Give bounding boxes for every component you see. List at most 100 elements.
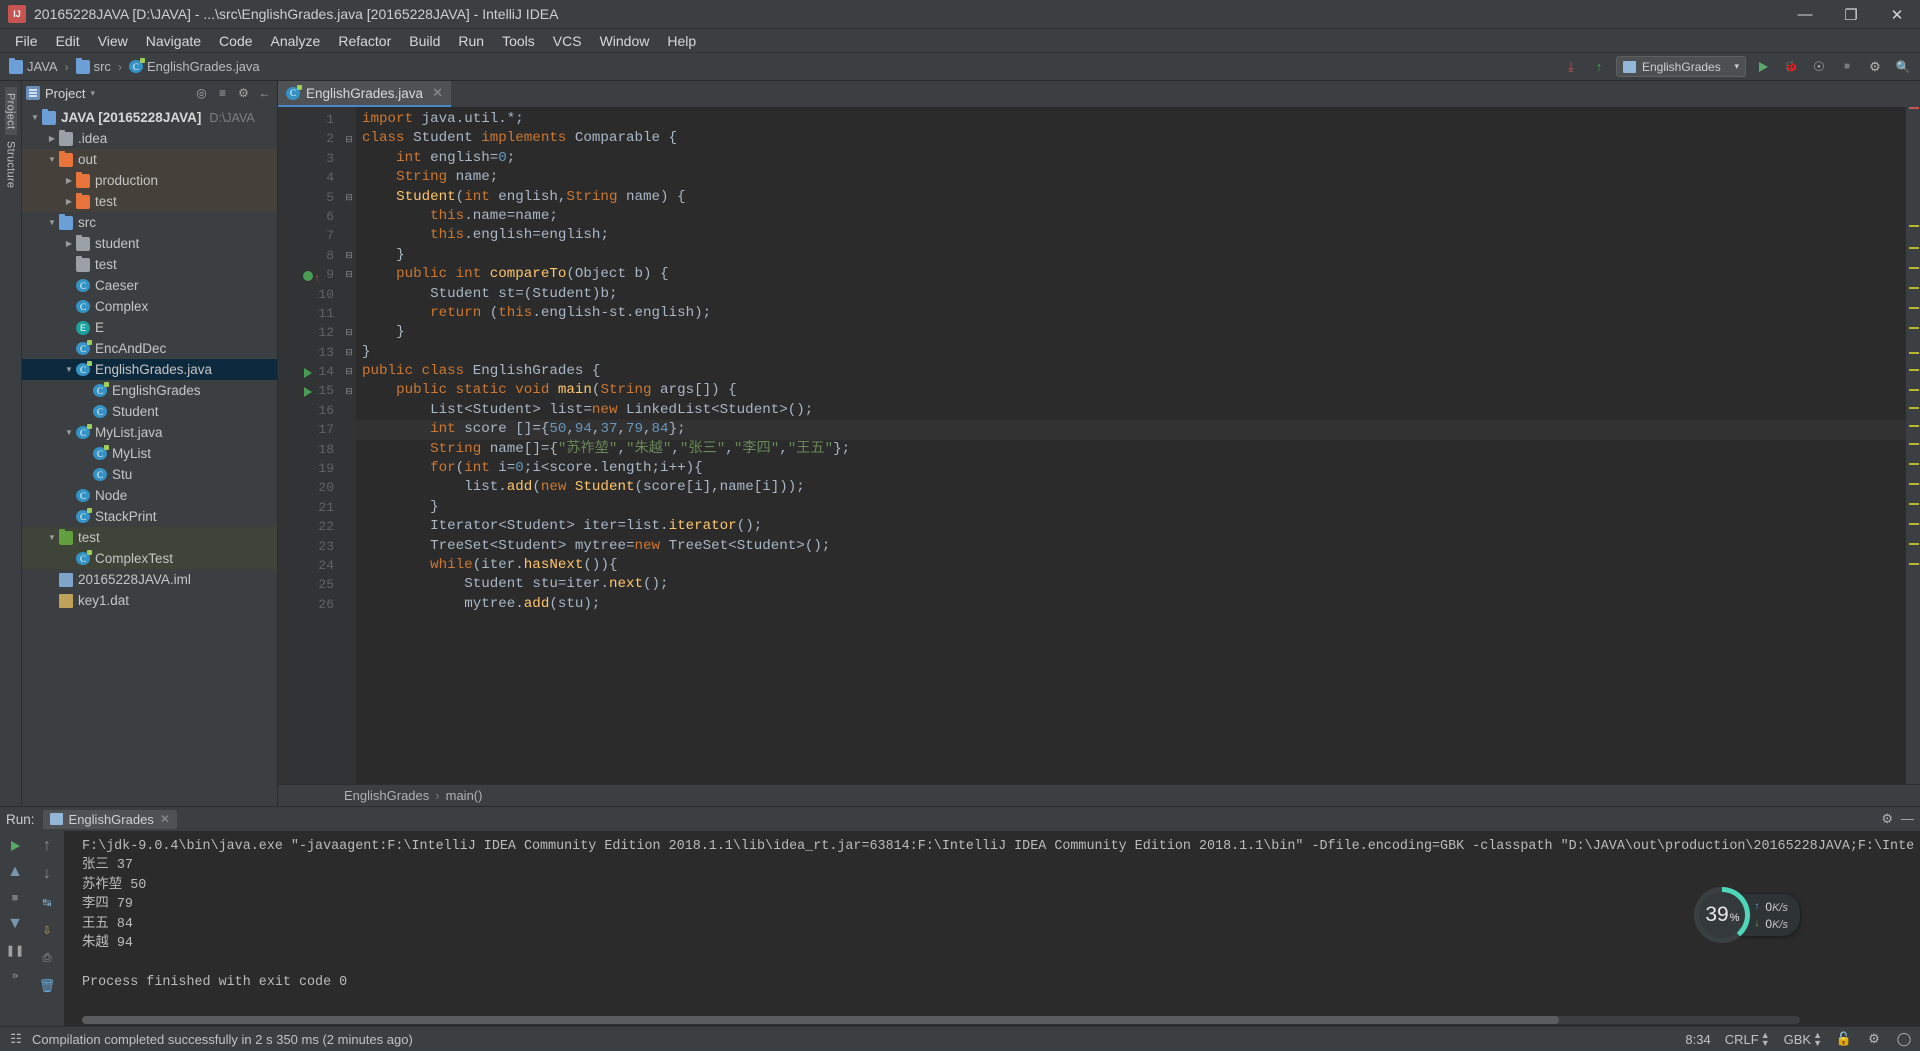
tree-node-production[interactable]: ▶ production (22, 170, 277, 191)
collapse-arrow-icon[interactable]: ▼ (45, 533, 59, 542)
fold-toggle-icon[interactable]: ⊟ (342, 343, 356, 362)
error-stripe-mark[interactable] (1909, 352, 1919, 354)
run-gutter-icon[interactable] (300, 365, 312, 379)
code-line[interactable]: this.name=name; (356, 207, 1906, 226)
lock-icon[interactable]: 🔓 (1836, 1031, 1852, 1047)
close-icon[interactable]: ✕ (160, 812, 170, 826)
expand-arrow-icon[interactable]: ▶ (62, 239, 76, 248)
breadcrumb-method[interactable]: main() (446, 788, 483, 803)
code-content[interactable]: import java.util.*; class Student impleme… (356, 107, 1906, 784)
up-arrow-icon[interactable]: ↑ (37, 836, 57, 856)
breadcrumb-class[interactable]: EnglishGrades (344, 788, 429, 803)
tree-node-stu[interactable]: C Stu (22, 464, 277, 485)
code-line[interactable]: return (this.english-st.english); (356, 304, 1906, 323)
tree-node-mylist-java[interactable]: ▼ C MyList.java (22, 422, 277, 443)
up-icon[interactable]: ▲ (5, 862, 25, 882)
tool-window-project[interactable]: Project (4, 87, 17, 136)
search-everywhere-button[interactable]: 🔍 (1892, 56, 1914, 78)
code-line[interactable]: public int compareTo(Object b) { (356, 265, 1906, 284)
code-line[interactable]: class Student implements Comparable { (356, 129, 1906, 148)
code-line[interactable]: int score []={50,94,37,79,84}; (356, 420, 1906, 440)
settings-button[interactable]: ⚙ (1864, 56, 1886, 78)
fold-toggle-icon[interactable]: ⊟ (342, 188, 356, 207)
code-line[interactable]: Iterator<Student> iter=list.iterator(); (356, 517, 1906, 536)
code-line[interactable]: TreeSet<Student> mytree=new TreeSet<Stud… (356, 537, 1906, 556)
error-stripe-mark[interactable] (1909, 327, 1919, 329)
code-line[interactable]: Student stu=iter.next(); (356, 575, 1906, 594)
code-line[interactable]: while(iter.hasNext()){ (356, 556, 1906, 575)
close-button[interactable]: ✕ (1874, 0, 1920, 29)
trash-icon[interactable]: 🗑 (37, 976, 57, 996)
locate-icon[interactable]: ◎ (193, 85, 210, 102)
tree-node-e[interactable]: EE (22, 317, 277, 338)
nav-crumb-file[interactable]: C EnglishGrades.java (126, 58, 263, 75)
error-stripe-mark[interactable] (1909, 369, 1919, 371)
code-line[interactable]: String name[]={"苏祚堃","朱越","张三","李四","王五"… (356, 440, 1906, 459)
error-stripe-mark[interactable] (1909, 407, 1919, 409)
console-horizontal-scrollbar[interactable] (82, 1016, 1800, 1024)
menu-window[interactable]: Window (591, 30, 659, 52)
run-button[interactable] (1752, 56, 1774, 78)
tree-node-java-20165228java-[interactable]: ▼ JAVA [20165228JAVA] D:\JAVA (22, 107, 277, 128)
tree-node-test[interactable]: test (22, 254, 277, 275)
editor-gutter[interactable]: 1 2 3 4 5 6 7 8 9 ↑ 10 11 12 13 14 15 16 17 18 19 20 21 22 23 24… (278, 107, 342, 784)
menu-view[interactable]: View (89, 30, 137, 52)
fold-toggle-icon[interactable]: ⊟ (342, 381, 356, 400)
debug-button[interactable]: 🐞 (1780, 56, 1802, 78)
menu-refactor[interactable]: Refactor (329, 30, 400, 52)
caret-position[interactable]: 8:34 (1685, 1032, 1710, 1047)
scroll-to-end-icon[interactable]: ⇩ (37, 920, 57, 940)
error-stripe-mark[interactable] (1909, 443, 1919, 445)
nav-crumb-src[interactable]: src (73, 57, 114, 75)
error-stripe-mark[interactable] (1909, 523, 1919, 525)
coverage-button[interactable]: ☉ (1808, 56, 1830, 78)
override-method-icon[interactable]: ↑ (296, 268, 320, 285)
close-icon[interactable]: ✕ (432, 85, 443, 101)
error-stripe-mark[interactable] (1909, 107, 1919, 109)
menu-vcs[interactable]: VCS (544, 30, 591, 52)
code-line[interactable]: } (356, 323, 1906, 342)
collapse-all-icon[interactable]: ≡ (214, 85, 231, 102)
expand-arrow-icon[interactable]: ▶ (45, 134, 59, 143)
tree-node-node[interactable]: C Node (22, 485, 277, 506)
toggle-toolbars-icon[interactable]: ☷ (8, 1031, 24, 1047)
tree-node-complex[interactable]: C Complex (22, 296, 277, 317)
tree-node-test[interactable]: ▼ test (22, 527, 277, 548)
code-line[interactable]: this.english=english; (356, 226, 1906, 245)
tree-node-20165228java-iml[interactable]: 20165228JAVA.iml (22, 569, 277, 590)
code-line[interactable]: List<Student> list=new LinkedList<Studen… (356, 401, 1906, 420)
vcs-commit-icon[interactable]: ↑ (1588, 56, 1610, 78)
menu-file[interactable]: File (6, 30, 47, 52)
line-separator-widget[interactable]: CRLF ▲ ▼ (1725, 1031, 1770, 1048)
menu-navigate[interactable]: Navigate (137, 30, 210, 52)
gear-icon[interactable]: ⚙ (1881, 811, 1893, 827)
git-branch-icon[interactable]: ⚙ (1866, 1031, 1882, 1047)
error-stripe-mark[interactable] (1909, 247, 1919, 249)
error-stripe-mark[interactable] (1909, 543, 1919, 545)
fold-toggle-icon[interactable]: ⊟ (342, 265, 356, 284)
tree-node-student[interactable]: C Student (22, 401, 277, 422)
menu-tools[interactable]: Tools (493, 30, 544, 52)
menu-help[interactable]: Help (658, 30, 705, 52)
code-line[interactable]: } (356, 343, 1906, 362)
code-line[interactable]: import java.util.*; (356, 110, 1906, 129)
code-line[interactable]: for(int i=0;i<score.length;i++){ (356, 459, 1906, 478)
minimize-button[interactable]: — (1782, 0, 1828, 29)
error-stripe-mark[interactable] (1909, 425, 1919, 427)
error-stripe-mark[interactable] (1909, 287, 1919, 289)
inspection-icon[interactable]: ◯ (1896, 1031, 1912, 1047)
hide-panel-icon[interactable]: ← (256, 85, 273, 102)
tree-node-test[interactable]: ▶ test (22, 191, 277, 212)
collapse-arrow-icon[interactable]: ▼ (45, 155, 59, 164)
tree-node-complextest[interactable]: C ComplexTest (22, 548, 277, 569)
tool-window-structure[interactable]: Structure (5, 135, 17, 194)
tree-node-student[interactable]: ▶ student (22, 233, 277, 254)
code-line[interactable]: public class EnglishGrades { (356, 362, 1906, 381)
tree-node-englishgrades-java[interactable]: ▼ C EnglishGrades.java (22, 359, 277, 380)
tree-node-stackprint[interactable]: C StackPrint (22, 506, 277, 527)
error-stripe-mark[interactable] (1909, 307, 1919, 309)
run-tab-englishgrades[interactable]: EnglishGrades ✕ (42, 809, 177, 829)
tree-node-out[interactable]: ▼ out (22, 149, 277, 170)
print-icon[interactable]: ⎙ (37, 948, 57, 968)
hide-icon[interactable]: — (1901, 811, 1914, 827)
